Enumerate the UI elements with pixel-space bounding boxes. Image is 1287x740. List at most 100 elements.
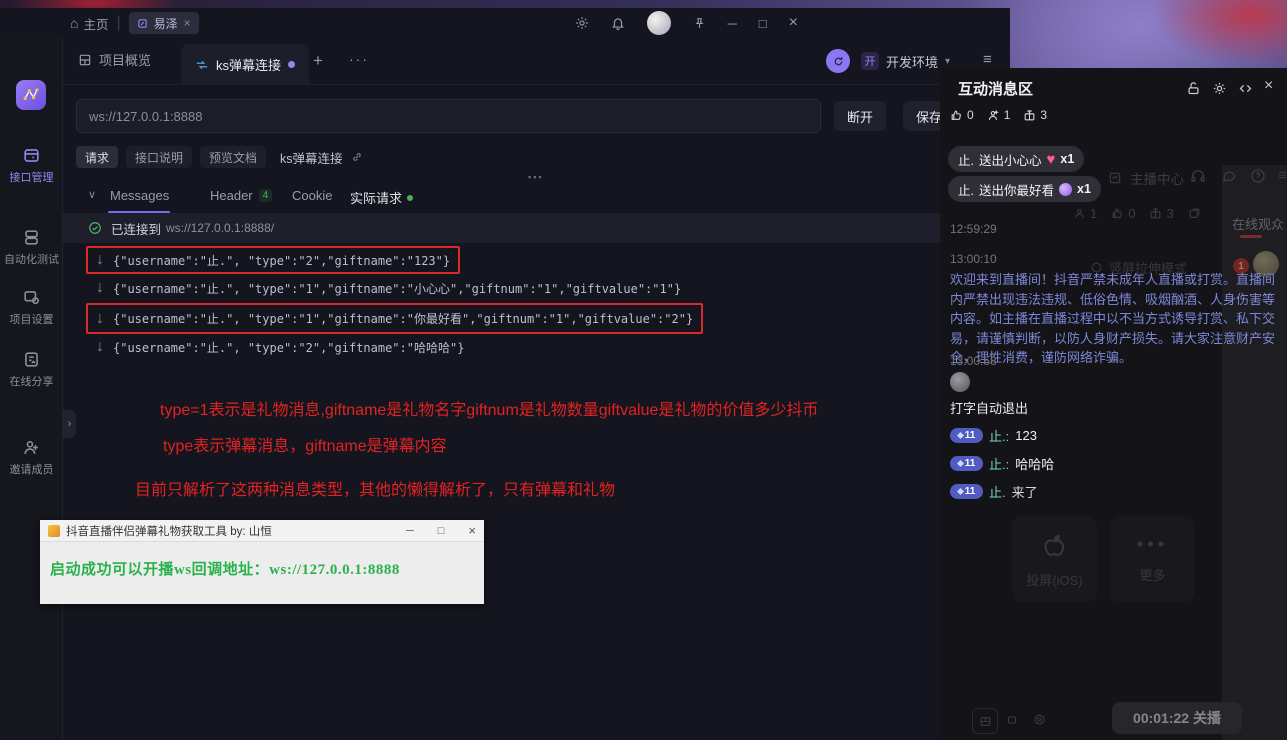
settings-icon[interactable]	[575, 16, 589, 30]
unlock-icon[interactable]	[1186, 81, 1201, 96]
minimize-icon[interactable]: ─	[728, 16, 737, 31]
new-tab-plus-icon[interactable]: +	[313, 51, 323, 71]
sidebar-label: 项目设置	[10, 311, 54, 327]
gift-action: 送出你最好看	[979, 180, 1054, 199]
level-number: 11	[965, 458, 976, 469]
sidebar-item-api-manage[interactable]: 接口管理	[0, 146, 63, 185]
ws-message-text: {"username":"止.", "type":"2","giftname":…	[113, 252, 450, 269]
level-badge: 11	[950, 484, 983, 499]
expand-code-icon[interactable]	[1238, 81, 1253, 96]
sidebar-label: 在线分享	[10, 373, 54, 389]
project-tab[interactable]: 易泽 ×	[129, 12, 199, 34]
sync-refresh-icon[interactable]	[826, 49, 850, 73]
connected-url: ws://127.0.0.1:8888/	[166, 221, 274, 235]
annotation-line: type=1表示是礼物消息,giftname是礼物名字giftnum是礼物数量g…	[160, 396, 818, 420]
titlebar-divider: |	[116, 14, 120, 32]
gift-count: x1	[1077, 182, 1091, 196]
close-icon[interactable]: ×	[789, 14, 798, 32]
tab-project-overview[interactable]: 项目概览	[78, 50, 151, 69]
maximize-icon[interactable]: □	[759, 16, 767, 31]
user-avatar[interactable]	[647, 11, 671, 35]
tab-request[interactable]: 请求	[76, 146, 118, 168]
tab-label: ks弹幕连接	[216, 55, 281, 74]
tab-cookie[interactable]: Cookie	[292, 188, 332, 203]
unsaved-dot	[288, 61, 295, 68]
sidebar-label: 自动化测试	[4, 251, 59, 267]
sidebar-expand-handle[interactable]: ›	[63, 410, 76, 438]
panel-splitter[interactable]: ▪▪▪	[63, 170, 1010, 180]
sidebar-label: 接口管理	[10, 169, 54, 185]
tab-more-icon[interactable]: ···	[349, 51, 369, 67]
tab-header[interactable]: Header 4	[210, 188, 272, 203]
arrow-down-icon: ↓	[96, 251, 104, 269]
system-message: 打字自动退出	[950, 398, 1028, 417]
annotation-line: type表示弹幕消息，giftname是弹幕内容	[163, 432, 447, 456]
gift-message: 止. 送出你最好看 x1	[948, 176, 1101, 202]
notifications-bell-icon[interactable]	[611, 16, 625, 30]
level-badge: 11	[950, 428, 983, 443]
chat-user-avatar[interactable]	[950, 372, 970, 392]
websocket-icon	[195, 58, 209, 72]
panel-gift-stat: 3	[1023, 108, 1047, 122]
env-badge: 开	[861, 52, 879, 70]
home-icon: ⌂	[70, 15, 78, 31]
message-tabs: ∨ Messages Header 4 Cookie 实际请求	[63, 180, 1010, 214]
auto-test-icon	[22, 228, 41, 247]
console-close-icon[interactable]: ×	[468, 523, 476, 538]
link-icon[interactable]	[351, 151, 363, 163]
person-star-icon	[987, 109, 1000, 122]
message-row: ↓ {"username":"止.", "type":"2","giftname…	[88, 334, 472, 360]
console-titlebar[interactable]: 抖音直播伴侣弹幕礼物获取工具 by: 山恒 ─ □ ×	[40, 520, 484, 542]
sidebar-item-online-share[interactable]: 在线分享	[0, 350, 63, 389]
project-settings-icon	[22, 288, 41, 307]
heart-gift-icon: ♥	[1047, 151, 1056, 168]
gift-user: 止.	[958, 150, 974, 169]
chat-text: 来了	[1012, 482, 1038, 501]
api-manage-icon	[22, 146, 41, 165]
tab-ws-connection[interactable]: ks弹幕连接	[181, 44, 309, 85]
sidebar-item-auto-test[interactable]: 自动化测试	[0, 228, 63, 267]
disconnect-button[interactable]: 断开	[834, 101, 886, 131]
home-label: 主页	[83, 14, 108, 33]
gift-message: 止. 送出小心心 ♥ x1	[948, 146, 1084, 172]
chat-username[interactable]: 止.	[989, 482, 1006, 501]
sidebar-item-project-settings[interactable]: 项目设置	[0, 288, 63, 327]
sidebar-item-invite-member[interactable]: 邀请成员	[0, 438, 63, 477]
panel-settings-icon[interactable]	[1212, 81, 1227, 96]
tab-api-doc[interactable]: 接口说明	[126, 146, 192, 168]
env-name: 开发环境	[886, 52, 938, 71]
panel-like-count: 0	[967, 108, 974, 122]
chat-username[interactable]: 止.:	[989, 426, 1009, 445]
console-window: 抖音直播伴侣弹幕礼物获取工具 by: 山恒 ─ □ × 启动成功可以开播ws回调…	[40, 520, 484, 604]
gift-action: 送出小心心	[979, 150, 1042, 169]
level-diamond-icon	[957, 432, 964, 439]
chat-text: 哈哈哈	[1015, 454, 1054, 473]
app-logo[interactable]	[16, 80, 46, 110]
tab-messages[interactable]: Messages	[110, 188, 169, 203]
console-minimize-icon[interactable]: ─	[406, 525, 414, 537]
bouquet-gift-icon	[1059, 183, 1072, 196]
tab-preview-doc[interactable]: 预览文档	[200, 146, 266, 168]
env-menu-icon[interactable]: ≡	[983, 51, 992, 68]
online-share-icon	[22, 350, 41, 369]
sidebar-label: 邀请成员	[10, 461, 54, 477]
level-diamond-icon	[957, 460, 964, 467]
console-maximize-icon[interactable]: □	[438, 525, 445, 537]
home-button[interactable]: ⌂ 主页	[70, 14, 108, 33]
overview-grid-icon	[78, 53, 92, 67]
collapse-chevron-icon[interactable]: ∨	[88, 188, 96, 201]
connected-label: 已连接到	[111, 219, 161, 238]
ws-url-input[interactable]	[76, 99, 821, 133]
annotation-line: 目前只解析了这两种消息类型，其他的懒得解析了，只有弹幕和礼物	[135, 476, 615, 500]
environment-selector[interactable]: 开 开发环境 ▾	[861, 47, 950, 75]
pin-icon[interactable]	[693, 17, 706, 30]
message-row: ↓ {"username":"止.", "type":"1","giftname…	[86, 303, 703, 334]
ws-message-text: {"username":"止.", "type":"1","giftname":…	[113, 310, 693, 327]
project-tab-close-icon[interactable]: ×	[184, 16, 191, 30]
header-count-badge: 4	[259, 189, 273, 202]
tab-actual-request[interactable]: 实际请求	[350, 188, 413, 207]
level-number: 11	[965, 486, 976, 497]
chevron-down-icon: ▾	[945, 56, 950, 67]
panel-close-icon[interactable]: ×	[1264, 77, 1273, 95]
chat-username[interactable]: 止.:	[989, 454, 1009, 473]
